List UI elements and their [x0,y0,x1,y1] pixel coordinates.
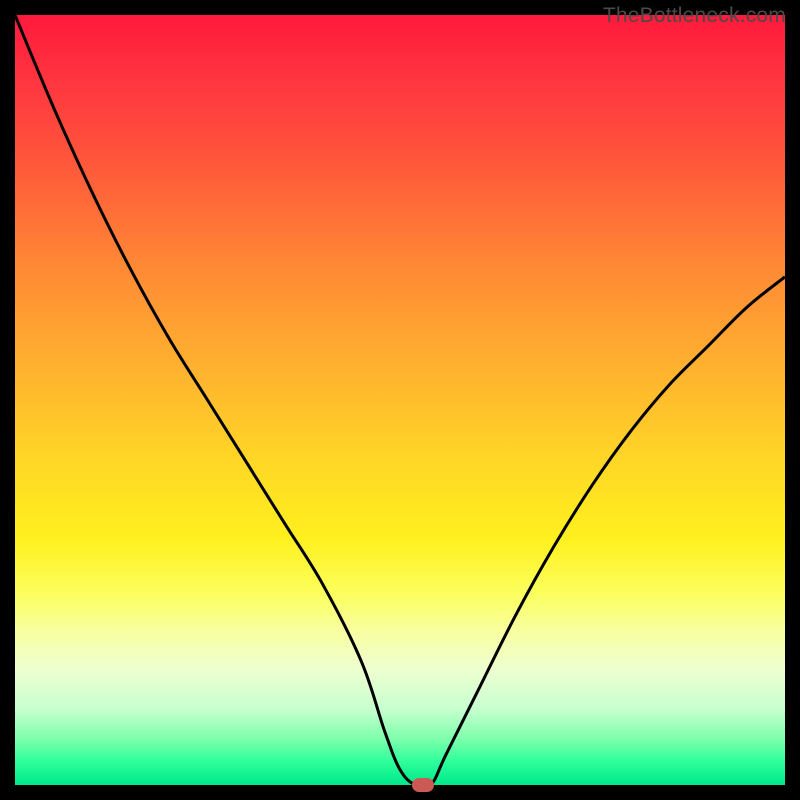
chart-frame: TheBottleneck.com [0,0,800,800]
optimal-marker [412,778,434,792]
curve-line [15,15,785,788]
plot-area [15,15,785,785]
watermark-text: TheBottleneck.com [603,4,786,28]
bottleneck-curve [15,15,785,785]
